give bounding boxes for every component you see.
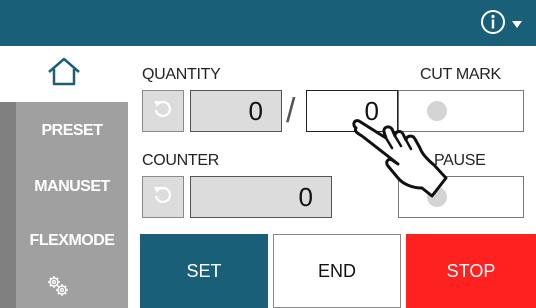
sidebar: PRESET MANUSET FLEXMODE (0, 46, 128, 308)
info-circle-icon (480, 9, 506, 40)
sidebar-edge (0, 102, 16, 308)
counter-value-field: 0 (190, 176, 332, 218)
stop-button[interactable]: STOP (406, 234, 536, 308)
reset-icon (152, 184, 174, 211)
sidebar-item-flexmode[interactable]: FLEXMODE (16, 232, 128, 250)
top-bar (0, 0, 536, 46)
counter-label: COUNTER (142, 152, 220, 169)
set-button[interactable]: SET (140, 234, 268, 308)
sidebar-item-preset[interactable]: PRESET (16, 122, 128, 140)
end-button[interactable]: END (273, 234, 401, 308)
quantity-label: QUANTITY (142, 66, 221, 83)
gears-icon[interactable] (46, 274, 70, 303)
quantity-reset-button[interactable] (142, 90, 184, 132)
quantity-separator: / (286, 92, 296, 130)
counter-reset-button[interactable] (142, 176, 184, 218)
hand-pointer-icon (348, 118, 452, 207)
sidebar-item-home[interactable] (0, 46, 128, 102)
info-menu-button[interactable] (480, 9, 522, 40)
sidebar-rail: PRESET MANUSET FLEXMODE (0, 102, 128, 308)
cut-mark-label: CUT MARK (420, 66, 501, 83)
home-icon (47, 57, 81, 92)
sidebar-item-manuset[interactable]: MANUSET (16, 178, 128, 196)
reset-icon (152, 98, 174, 125)
triangle-down-icon (512, 16, 522, 34)
quantity-current-field: 0 (190, 90, 282, 132)
